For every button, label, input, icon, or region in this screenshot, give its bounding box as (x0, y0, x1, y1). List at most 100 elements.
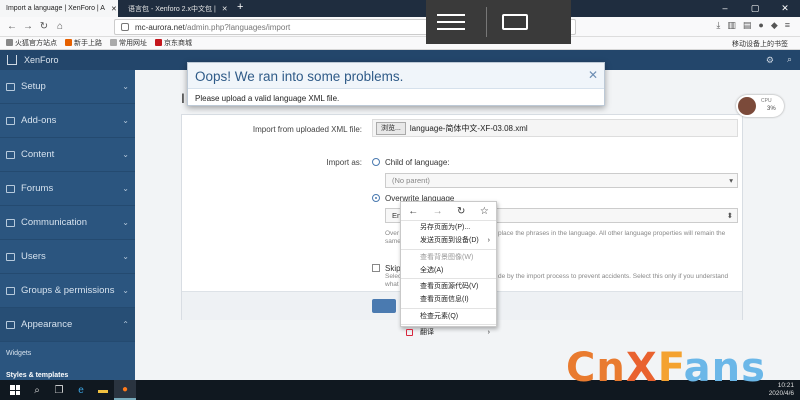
file-explorer-icon[interactable]: ▬ (92, 380, 114, 400)
library-icon[interactable]: ▥ (727, 20, 736, 31)
tab-import-language[interactable]: Import a language | XenForo | A ✕ (0, 0, 118, 17)
import-file-label: Import from uploaded XML file: (252, 125, 362, 134)
sidebar-item-forums[interactable]: Forums ⌄ (0, 172, 135, 206)
brand-name[interactable]: XenForo (24, 55, 59, 65)
child-of-language-label: Child of language: (385, 158, 450, 167)
divider (486, 7, 487, 37)
system-tray[interactable]: 10:21 2020/4/6 (769, 382, 794, 398)
bookmarks-bar: 火狐官方站点 新手上路 常用网址 京东商城 移动设备上的书签 (0, 37, 800, 50)
skip-checkbox[interactable] (372, 264, 380, 272)
file-input[interactable]: 浏览... language-简体中文-XF-03.08.xml (372, 119, 738, 137)
site-info-icon[interactable] (121, 23, 129, 31)
home-icon[interactable]: ⌂ (52, 21, 68, 32)
menu-item-save-page[interactable]: 另存页面为(P)... (401, 221, 496, 234)
url-path: /admin.php?languages/import (184, 22, 291, 32)
menu-item-view-source[interactable]: 查看页面源代码(V) (401, 280, 496, 293)
start-button[interactable] (4, 380, 26, 400)
menu-icon[interactable]: ≡ (785, 20, 790, 31)
sidebar-item-groups-permissions[interactable]: Groups & permissions ⌄ (0, 274, 135, 308)
internet-explorer-icon[interactable]: e (70, 380, 92, 400)
new-tab-button[interactable]: + (237, 1, 243, 13)
watermark-logo: CnXFans (566, 345, 766, 391)
gear-icon[interactable]: ⚙ (766, 55, 774, 66)
chevron-down-icon: ⌄ (122, 252, 129, 261)
avatar (738, 97, 756, 115)
menu-item-send-to-device[interactable]: 发送页面到设备(D) › (401, 234, 496, 247)
cpu-monitor-widget[interactable]: CPU 3% (736, 95, 784, 117)
sidebar-item-setup[interactable]: Setup ⌄ (0, 70, 135, 104)
task-view-icon[interactable]: ❐ (48, 380, 70, 400)
skip-hint: de by the import process to prevent acci… (498, 273, 729, 280)
extension-icon[interactable]: ◆ (771, 20, 778, 31)
bookmark-item[interactable]: 火狐官方站点 (6, 38, 57, 48)
back-icon[interactable]: ← (4, 21, 20, 32)
bookmark-star-icon[interactable]: ☆ (480, 206, 489, 217)
minimize-icon[interactable]: – (710, 0, 740, 17)
cpu-value: 3% (767, 106, 776, 112)
browse-button[interactable]: 浏览... (376, 121, 406, 135)
chevron-down-icon: ⌄ (122, 286, 129, 295)
overwrite-hint: place the phrases in the language. All o… (498, 230, 726, 237)
sidebar-item-communication[interactable]: Communication ⌄ (0, 206, 135, 240)
cpu-label: CPU (761, 98, 772, 104)
menu-item-translate[interactable]: 翻译 › (401, 326, 496, 339)
search-icon[interactable]: ⌕ (787, 54, 792, 65)
forward-icon[interactable]: → (20, 21, 36, 32)
close-icon[interactable]: ✕ (588, 68, 598, 82)
skip-label: Skip (385, 264, 401, 273)
reload-icon[interactable]: ↻ (457, 206, 465, 217)
download-icon[interactable]: ⤓ (716, 20, 720, 31)
menu-item-select-all[interactable]: 全选(A) (401, 264, 496, 277)
context-menu: ← → ↻ ☆ 另存页面为(P)... 发送页面到设备(D) › 查看背景图像(W… (400, 201, 497, 337)
bookmark-item[interactable]: 京东商城 (155, 38, 192, 48)
keyboard-icon[interactable] (502, 14, 528, 30)
file-name: language-简体中文-XF-03.08.xml (409, 123, 528, 133)
groups-icon (6, 286, 15, 295)
window-controls: – ▢ ✕ (710, 0, 800, 17)
close-window-icon[interactable]: ✕ (770, 0, 800, 17)
translate-icon (406, 329, 413, 337)
overwrite-language-radio[interactable] (372, 194, 380, 202)
sidebar-item-add-ons[interactable]: Add-ons ⌄ (0, 104, 135, 138)
home-icon[interactable] (7, 55, 17, 65)
firefox-icon[interactable]: ● (114, 380, 136, 400)
sidebar-item-appearance[interactable]: Appearance ⌃ (0, 308, 135, 342)
search-icon[interactable]: ⌕ (26, 380, 48, 400)
hamburger-menu-icon[interactable] (426, 14, 476, 30)
content-icon (6, 150, 15, 159)
error-title: Oops! We ran into some problems. (188, 63, 604, 89)
tab-language-pack[interactable]: 语言包 - Xenforo 2.x中文包 | ✕ (118, 0, 233, 17)
wrench-icon (6, 82, 15, 91)
close-tab-icon[interactable]: ✕ (111, 5, 117, 13)
error-message: Please upload a valid language XML file. (195, 94, 340, 103)
bookmark-item[interactable]: 新手上路 (65, 38, 102, 48)
back-icon[interactable]: ← (408, 206, 418, 217)
sidebar-subitem-widgets[interactable]: Widgets (0, 342, 135, 364)
chevron-up-icon: ⌃ (122, 320, 129, 329)
mobile-bookmarks[interactable]: 移动设备上的书签 (732, 39, 788, 49)
bookmark-item[interactable]: 常用网址 (110, 38, 147, 48)
parent-language-select[interactable]: (No parent) ▾ (385, 173, 738, 188)
touch-overlay-controls (426, 0, 571, 44)
menu-item-view-background: 查看背景图像(W) (420, 253, 474, 261)
clock-time: 10:21 (777, 382, 794, 389)
close-tab-icon[interactable]: ✕ (222, 5, 228, 13)
sidebar-item-users[interactable]: Users ⌄ (0, 240, 135, 274)
sidebar-icon[interactable]: ▤ (743, 20, 752, 31)
account-icon[interactable]: ● (758, 20, 763, 31)
clock-date: 2020/4/6 (768, 390, 794, 397)
chevron-right-icon: › (487, 237, 490, 245)
menu-divider (401, 307, 496, 309)
menu-item-inspect[interactable]: 检查元素(Q) (401, 310, 496, 323)
child-of-language-radio[interactable] (372, 158, 380, 166)
import-submit-button[interactable] (372, 299, 396, 313)
maximize-icon[interactable]: ▢ (740, 0, 770, 17)
megaphone-icon (6, 218, 15, 227)
menu-item-page-info[interactable]: 查看页面信息(I) (401, 293, 496, 306)
error-overlay: Oops! We ran into some problems. ✕ Pleas… (187, 62, 605, 106)
users-icon (6, 252, 15, 261)
chevron-down-icon: ⬍ (726, 211, 733, 220)
sidebar-item-content[interactable]: Content ⌄ (0, 138, 135, 172)
reload-icon[interactable]: ↻ (36, 21, 52, 32)
forward-icon[interactable]: → (433, 206, 443, 217)
